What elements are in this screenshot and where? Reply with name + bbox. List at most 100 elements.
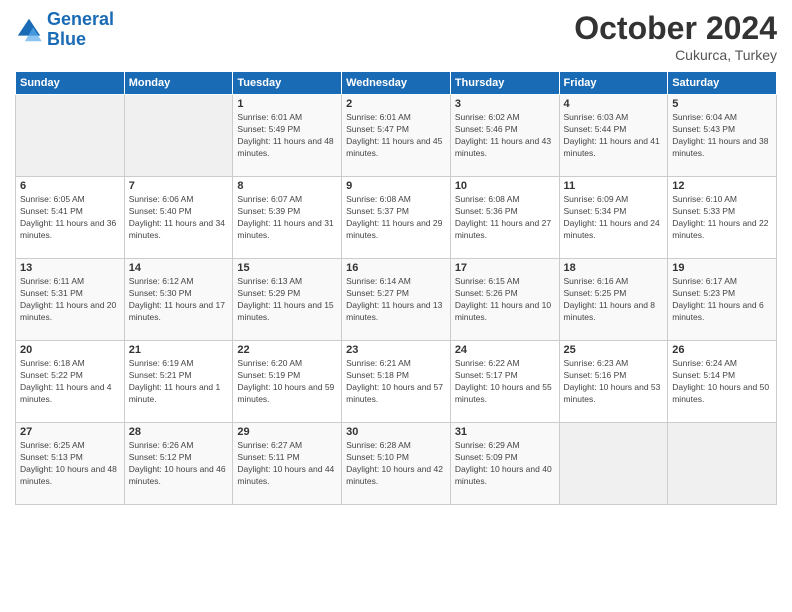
day-cell: 24Sunrise: 6:22 AMSunset: 5:17 PMDayligh… [450,341,559,423]
day-cell: 17 Sunrise: 6:15 AMSunset: 5:26 PMDayligh… [450,259,559,341]
day-info: Sunrise: 6:25 AMSunset: 5:13 PMDaylight:… [20,440,120,488]
header-row: Sunday Monday Tuesday Wednesday Thursday… [16,72,777,95]
day-cell: 6Sunrise: 6:05 AMSunset: 5:41 PMDaylight… [16,177,125,259]
day-info: Sunrise: 6:07 AMSunset: 5:39 PMDaylight:… [237,194,337,242]
day-info: Sunrise: 6:13 AMSunset: 5:29 PMDaylight:… [237,276,337,324]
day-info: Sunrise: 6:18 AMSunset: 5:22 PMDaylight:… [20,358,120,406]
day-cell: 20 Sunrise: 6:18 AMSunset: 5:22 PMDayligh… [16,341,125,423]
calendar-table: Sunday Monday Tuesday Wednesday Thursday… [15,71,777,505]
day-number: 13 [20,262,120,274]
day-cell: 13Sunrise: 6:11 AMSunset: 5:31 PMDayligh… [16,259,125,341]
logo: General Blue [15,10,114,50]
logo-blue: Blue [47,29,86,49]
day-cell: 15Sunrise: 6:13 AMSunset: 5:29 PMDayligh… [233,259,342,341]
day-info: Sunrise: 6:09 AMSunset: 5:34 PMDaylight:… [564,194,664,242]
day-info: Sunrise: 6:28 AMSunset: 5:10 PMDaylight:… [346,440,446,488]
day-cell [668,423,777,505]
week-row-2: 13Sunrise: 6:11 AMSunset: 5:31 PMDayligh… [16,259,777,341]
header: General Blue October 2024 Cukurca, Turke… [15,10,777,63]
day-number: 28 [129,426,229,438]
day-info: Sunrise: 6:19 AMSunset: 5:21 PMDaylight:… [129,358,229,406]
day-info: Sunrise: 6:04 AMSunset: 5:43 PMDaylight:… [672,112,772,160]
day-info: Sunrise: 6:17 AMSunset: 5:23 PMDaylight:… [672,276,772,324]
week-row-0: 1 Sunrise: 6:01 AMSunset: 5:49 PMDaylight… [16,95,777,177]
week-row-3: 20 Sunrise: 6:18 AMSunset: 5:22 PMDayligh… [16,341,777,423]
day-number: 27 [20,426,120,438]
day-info: Sunrise: 6:10 AMSunset: 5:33 PMDaylight:… [672,194,772,242]
day-number: 6 [20,180,120,192]
day-number: 23 [346,344,446,356]
day-number: 2 [346,98,446,110]
day-info: Sunrise: 6:20 AMSunset: 5:19 PMDaylight:… [237,358,337,406]
day-info: Sunrise: 6:26 AMSunset: 5:12 PMDaylight:… [129,440,229,488]
day-number: 3 [455,98,555,110]
day-cell: 11 Sunrise: 6:09 AMSunset: 5:34 PMDayligh… [559,177,668,259]
day-number: 17 [455,262,555,274]
day-number: 5 [672,98,772,110]
day-cell: 22 Sunrise: 6:20 AMSunset: 5:19 PMDayligh… [233,341,342,423]
day-info: Sunrise: 6:29 AMSunset: 5:09 PMDaylight:… [455,440,555,488]
col-saturday: Saturday [668,72,777,95]
day-cell: 30 Sunrise: 6:28 AMSunset: 5:10 PMDayligh… [342,423,451,505]
day-number: 9 [346,180,446,192]
day-info: Sunrise: 6:21 AMSunset: 5:18 PMDaylight:… [346,358,446,406]
day-cell: 23 Sunrise: 6:21 AMSunset: 5:18 PMDayligh… [342,341,451,423]
day-cell: 21 Sunrise: 6:19 AMSunset: 5:21 PMDayligh… [124,341,233,423]
day-number: 14 [129,262,229,274]
col-friday: Friday [559,72,668,95]
location: Cukurca, Turkey [574,47,777,63]
day-cell: 25 Sunrise: 6:23 AMSunset: 5:16 PMDayligh… [559,341,668,423]
day-cell: 18 Sunrise: 6:16 AMSunset: 5:25 PMDayligh… [559,259,668,341]
day-number: 29 [237,426,337,438]
day-number: 22 [237,344,337,356]
logo-icon [15,16,43,44]
day-cell: 14Sunrise: 6:12 AMSunset: 5:30 PMDayligh… [124,259,233,341]
col-sunday: Sunday [16,72,125,95]
page-container: General Blue October 2024 Cukurca, Turke… [0,0,792,510]
day-info: Sunrise: 6:03 AMSunset: 5:44 PMDaylight:… [564,112,664,160]
logo-text: General Blue [47,10,114,50]
day-number: 16 [346,262,446,274]
day-cell: 10 Sunrise: 6:08 AMSunset: 5:36 PMDayligh… [450,177,559,259]
day-number: 12 [672,180,772,192]
day-info: Sunrise: 6:27 AMSunset: 5:11 PMDaylight:… [237,440,337,488]
day-info: Sunrise: 6:14 AMSunset: 5:27 PMDaylight:… [346,276,446,324]
day-number: 18 [564,262,664,274]
day-cell: 29 Sunrise: 6:27 AMSunset: 5:11 PMDayligh… [233,423,342,505]
day-cell: 8 Sunrise: 6:07 AMSunset: 5:39 PMDaylight… [233,177,342,259]
day-info: Sunrise: 6:24 AMSunset: 5:14 PMDaylight:… [672,358,772,406]
day-info: Sunrise: 6:02 AMSunset: 5:46 PMDaylight:… [455,112,555,160]
day-number: 31 [455,426,555,438]
day-number: 10 [455,180,555,192]
day-info: Sunrise: 6:23 AMSunset: 5:16 PMDaylight:… [564,358,664,406]
day-info: Sunrise: 6:15 AMSunset: 5:26 PMDaylight:… [455,276,555,324]
day-number: 25 [564,344,664,356]
day-cell: 3 Sunrise: 6:02 AMSunset: 5:46 PMDaylight… [450,95,559,177]
day-number: 30 [346,426,446,438]
week-row-4: 27 Sunrise: 6:25 AMSunset: 5:13 PMDayligh… [16,423,777,505]
day-number: 7 [129,180,229,192]
day-cell: 19Sunrise: 6:17 AMSunset: 5:23 PMDayligh… [668,259,777,341]
day-number: 8 [237,180,337,192]
day-cell: 26 Sunrise: 6:24 AMSunset: 5:14 PMDayligh… [668,341,777,423]
col-tuesday: Tuesday [233,72,342,95]
month-title: October 2024 [574,10,777,47]
day-cell [124,95,233,177]
logo-general: General [47,9,114,29]
col-monday: Monday [124,72,233,95]
day-number: 11 [564,180,664,192]
day-number: 21 [129,344,229,356]
day-info: Sunrise: 6:06 AMSunset: 5:40 PMDaylight:… [129,194,229,242]
day-cell: 2Sunrise: 6:01 AMSunset: 5:47 PMDaylight… [342,95,451,177]
day-cell: 16 Sunrise: 6:14 AMSunset: 5:27 PMDayligh… [342,259,451,341]
day-number: 26 [672,344,772,356]
day-cell [559,423,668,505]
day-info: Sunrise: 6:08 AMSunset: 5:36 PMDaylight:… [455,194,555,242]
day-number: 20 [20,344,120,356]
day-info: Sunrise: 6:01 AMSunset: 5:49 PMDaylight:… [237,112,337,160]
day-info: Sunrise: 6:22 AMSunset: 5:17 PMDaylight:… [455,358,555,406]
day-cell [16,95,125,177]
day-info: Sunrise: 6:16 AMSunset: 5:25 PMDaylight:… [564,276,664,324]
day-number: 1 [237,98,337,110]
col-thursday: Thursday [450,72,559,95]
